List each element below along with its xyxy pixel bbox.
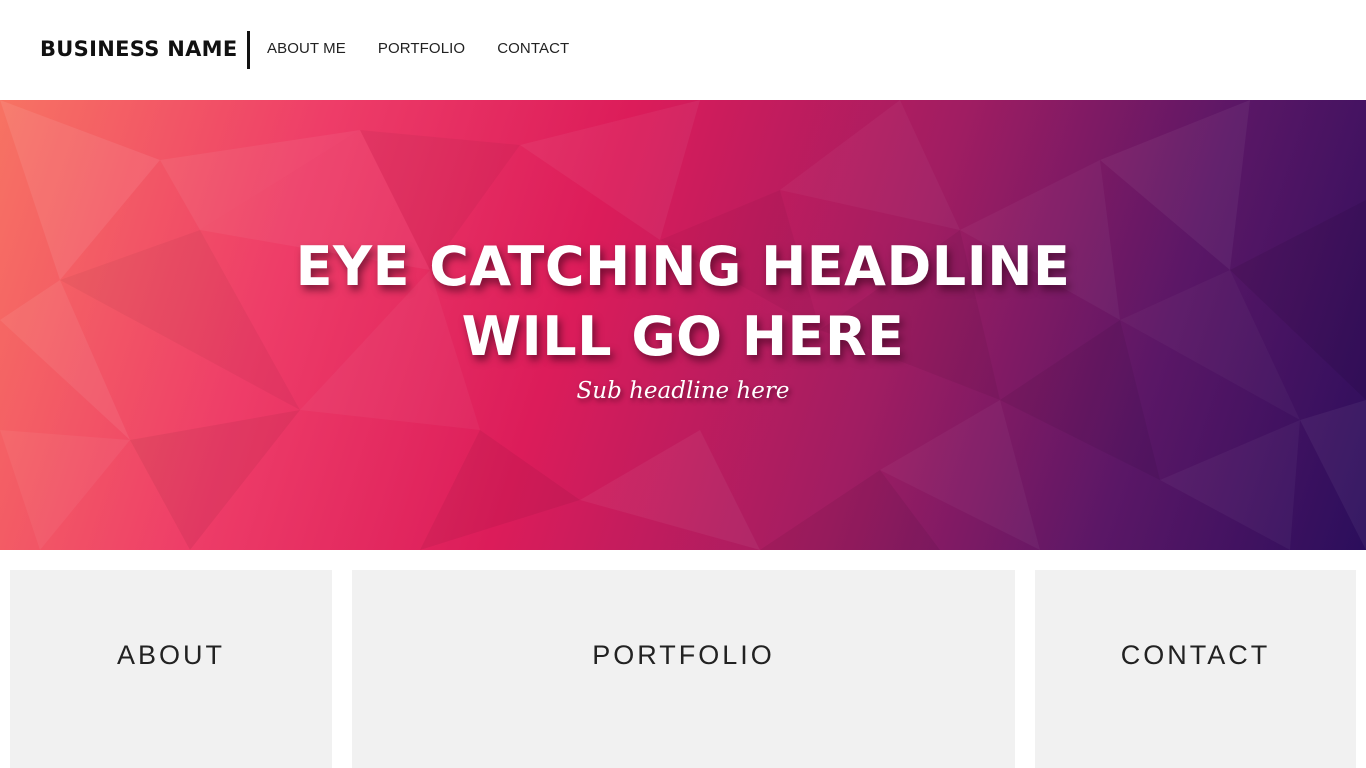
hero-headline-line-1: EYE CATCHING HEADLINE bbox=[295, 235, 1071, 298]
tile-about[interactable]: ABOUT bbox=[10, 570, 332, 768]
tile-about-label: ABOUT bbox=[116, 639, 225, 670]
nav-link-about-me[interactable]: ABOUT ME bbox=[267, 36, 346, 62]
tile-portfolio-label: PORTFOLIO bbox=[592, 639, 775, 670]
nav-link-portfolio[interactable]: PORTFOLIO bbox=[378, 36, 465, 62]
tile-contact-label: CONTACT bbox=[1120, 639, 1271, 670]
hero-subheadline: Sub headline here bbox=[576, 378, 790, 404]
nav-link-contact[interactable]: CONTACT bbox=[497, 36, 569, 62]
brand-logo[interactable]: BUSINESS NAME bbox=[40, 33, 238, 65]
main-nav: ABOUT ME PORTFOLIO CONTACT bbox=[267, 36, 569, 62]
hero-banner: EYE CATCHING HEADLINE WILL GO HERE Sub h… bbox=[0, 100, 1366, 550]
brand-divider bbox=[247, 31, 250, 69]
hero-headline: EYE CATCHING HEADLINE WILL GO HERE bbox=[0, 232, 1366, 372]
tile-portfolio[interactable]: PORTFOLIO bbox=[352, 570, 1015, 768]
tile-contact[interactable]: CONTACT bbox=[1035, 570, 1356, 768]
hero-text-block: EYE CATCHING HEADLINE WILL GO HERE Sub h… bbox=[0, 232, 1366, 408]
hero-headline-line-2: WILL GO HERE bbox=[461, 305, 905, 368]
site-header: BUSINESS NAME ABOUT ME PORTFOLIO CONTACT bbox=[0, 0, 1366, 100]
